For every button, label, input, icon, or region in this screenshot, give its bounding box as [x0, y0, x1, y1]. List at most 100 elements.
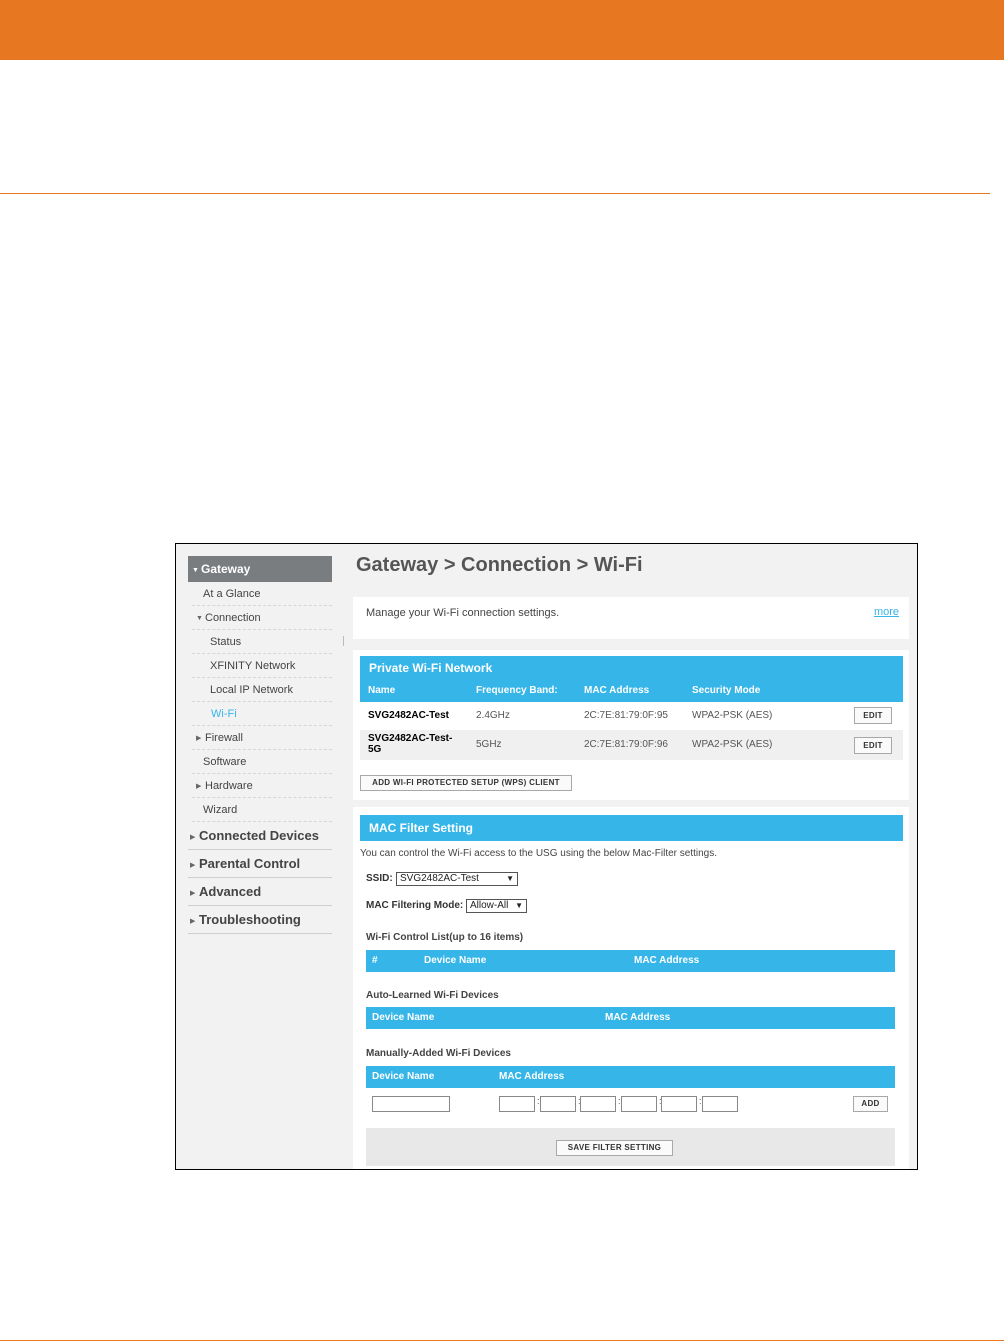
table-header: Device Name MAC Address — [366, 1007, 895, 1029]
column-header: MAC Address — [605, 1012, 671, 1023]
mac-octet-input[interactable] — [580, 1096, 616, 1112]
router-ui-screenshot: ▼ Gateway At a Glance ▼ Connection Status … — [175, 543, 918, 1170]
caret-down-icon: ▼ — [192, 567, 199, 574]
network-name: SVG2482AC-Test — [368, 710, 449, 721]
divider — [343, 636, 344, 646]
panel-description: You can control the Wi-Fi access to the … — [360, 848, 718, 859]
select-value: Allow-All — [470, 900, 509, 911]
column-header: Name — [368, 685, 396, 696]
more-link[interactable]: more — [874, 606, 899, 618]
mac-octet-input[interactable] — [702, 1096, 738, 1112]
save-filter-setting-button[interactable]: SAVE FILTER SETTING — [556, 1140, 673, 1156]
table-row: SVG2482AC-Test- 5G 5GHz 2C:7E:81:79:0F:96… — [360, 730, 903, 760]
edit-button[interactable]: EDIT — [854, 737, 892, 754]
device-name-input[interactable] — [372, 1096, 450, 1112]
mac-octet-input[interactable] — [499, 1096, 535, 1112]
sidebar-item-label: Status — [210, 636, 242, 648]
column-header: Security Mode — [692, 685, 761, 696]
info-text: Manage your Wi-Fi connection settings. — [366, 607, 560, 619]
network-name-line: SVG2482AC-Test- — [368, 733, 453, 744]
column-header: MAC Address — [584, 685, 650, 696]
ssid-select[interactable]: SVG2482AC-Test ▼ — [396, 872, 518, 886]
section-title: Manually-Added Wi-Fi Devices — [366, 1048, 511, 1059]
caret-right-icon: ▶ — [196, 735, 202, 742]
mac-octet-input[interactable] — [661, 1096, 697, 1112]
sidebar-item-label: Wi-Fi — [211, 708, 237, 720]
sidebar-item-xfinity-network[interactable]: XFINITY Network — [192, 654, 332, 678]
network-name: SVG2482AC-Test- 5G — [368, 733, 452, 755]
sidebar-item-label: Firewall — [205, 732, 243, 744]
header-rule — [0, 193, 990, 194]
sidebar-item-software[interactable]: Software — [192, 750, 332, 774]
dropdown-arrow-icon: ▼ — [515, 901, 523, 910]
sidebar-item-label: Gateway — [201, 562, 251, 576]
sidebar-item-label: Local IP Network — [210, 684, 293, 696]
sidebar-item-hardware[interactable]: ▶ Hardware — [192, 774, 332, 798]
sidebar-item-label: Wizard — [203, 804, 238, 816]
sidebar-item-parental-control[interactable]: ▶ Parental Control — [188, 850, 332, 878]
caret-right-icon: ▶ — [190, 918, 196, 925]
mac-filter-mode-label: MAC Filtering Mode: — [366, 900, 464, 911]
header-band — [0, 0, 1004, 60]
column-header: MAC Address — [499, 1071, 565, 1082]
sidebar-item-advanced[interactable]: ▶ Advanced — [188, 878, 332, 906]
save-bar: SAVE FILTER SETTING — [366, 1128, 895, 1166]
private-wifi-panel: Private Wi-Fi Network Name Frequency Ban… — [353, 650, 909, 800]
page-title: Gateway > Connection > Wi-Fi — [356, 554, 643, 576]
frequency-band: 5GHz — [476, 739, 502, 750]
security-mode: WPA2-PSK (AES) — [692, 710, 773, 721]
security-mode: WPA2-PSK (AES) — [692, 739, 773, 750]
sidebar-item-label: At a Glance — [203, 588, 261, 600]
panel-title: MAC Filter Setting — [360, 815, 903, 841]
caret-down-icon: ▼ — [196, 615, 203, 622]
document-page: ▼ Gateway At a Glance ▼ Connection Status … — [0, 0, 1004, 1344]
caret-right-icon: ▶ — [190, 834, 196, 841]
add-device-button[interactable]: ADD — [853, 1096, 888, 1112]
sidebar-item-label: Parental Control — [199, 856, 301, 871]
table-header: Name Frequency Band: MAC Address Securit… — [360, 680, 903, 702]
sidebar-item-wifi[interactable]: Wi-Fi — [192, 702, 332, 726]
table-header: Device Name MAC Address — [366, 1066, 895, 1088]
sidebar-nav: ▼ Gateway At a Glance ▼ Connection Status … — [188, 556, 332, 934]
section-title: Wi-Fi Control List(up to 16 items) — [366, 932, 524, 943]
caret-right-icon: ▶ — [196, 783, 202, 790]
table-row: SVG2482AC-Test 2.4GHz 2C:7E:81:79:0F:95 … — [360, 702, 903, 730]
mac-octet-input[interactable] — [540, 1096, 576, 1112]
column-header: Device Name — [372, 1071, 435, 1082]
sidebar-item-troubleshooting[interactable]: ▶ Troubleshooting — [188, 906, 332, 934]
mac-octet-input[interactable] — [621, 1096, 657, 1112]
mac-address: 2C:7E:81:79:0F:96 — [584, 739, 668, 750]
column-header: Device Name — [424, 955, 487, 966]
sidebar-item-gateway[interactable]: ▼ Gateway — [188, 556, 332, 582]
column-header: Frequency Band: — [476, 685, 558, 696]
mac-filter-mode-select[interactable]: Allow-All ▼ — [466, 899, 527, 913]
sidebar-item-at-a-glance[interactable]: At a Glance — [192, 582, 332, 606]
sidebar-item-wizard[interactable]: Wizard — [192, 798, 332, 822]
sidebar-item-label: Troubleshooting — [199, 912, 301, 927]
sidebar-item-status[interactable]: Status — [192, 630, 332, 654]
sidebar-item-label: Software — [203, 756, 247, 768]
section-title: Auto-Learned Wi-Fi Devices — [366, 990, 499, 1001]
add-wps-client-button[interactable]: ADD WI-FI PROTECTED SETUP (WPS) CLIENT — [360, 775, 572, 791]
mac-filter-panel: MAC Filter Setting You can control the W… — [353, 807, 909, 1169]
edit-button[interactable]: EDIT — [854, 707, 892, 724]
sidebar-item-connection[interactable]: ▼ Connection — [192, 606, 332, 630]
table-header: # Device Name MAC Address — [366, 950, 895, 972]
ssid-label: SSID: — [366, 873, 393, 884]
footer-rule — [0, 1340, 1004, 1341]
sidebar-item-firewall[interactable]: ▶ Firewall — [192, 726, 332, 750]
sidebar-item-connected-devices[interactable]: ▶ Connected Devices — [188, 822, 332, 850]
panel-title: Private Wi-Fi Network — [360, 656, 903, 680]
sidebar-item-label: Connected Devices — [199, 828, 319, 843]
sidebar-item-label: Advanced — [199, 884, 262, 899]
sidebar-item-label: Connection — [205, 612, 261, 624]
info-panel: Manage your Wi-Fi connection settings. m… — [353, 597, 909, 639]
sidebar-item-label: XFINITY Network — [210, 660, 296, 672]
mac-address: 2C:7E:81:79:0F:95 — [584, 710, 668, 721]
column-header: # — [372, 955, 378, 966]
sidebar-item-local-ip-network[interactable]: Local IP Network — [192, 678, 332, 702]
frequency-band: 2.4GHz — [476, 710, 510, 721]
column-header: Device Name — [372, 1012, 435, 1023]
caret-right-icon: ▶ — [190, 890, 196, 897]
dropdown-arrow-icon: ▼ — [506, 874, 514, 883]
